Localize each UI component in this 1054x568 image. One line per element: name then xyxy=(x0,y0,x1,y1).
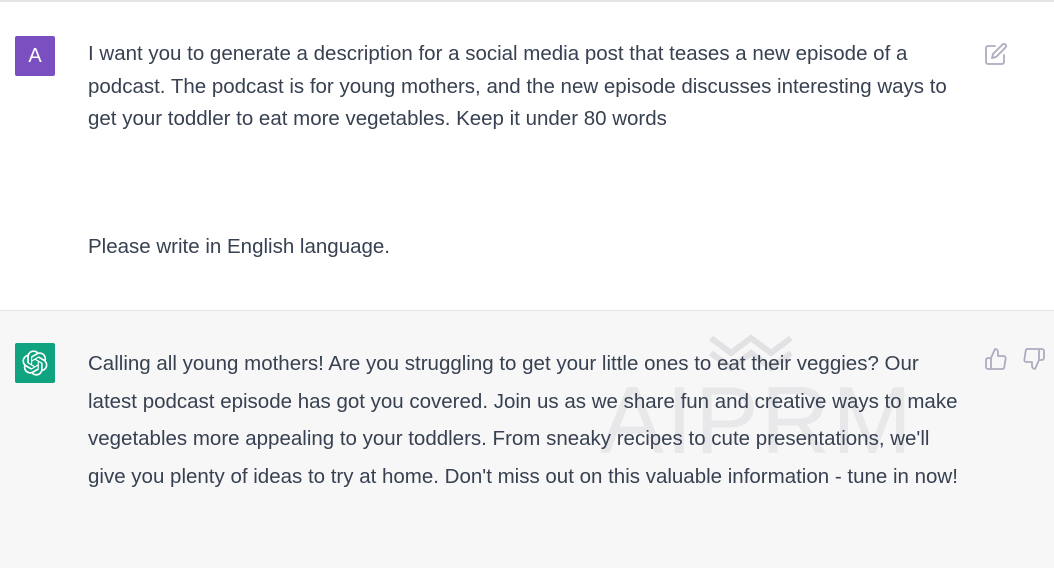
user-avatar: A xyxy=(15,36,55,76)
user-message: A I want you to generate a description f… xyxy=(0,2,1054,311)
edit-icon[interactable] xyxy=(984,42,1008,66)
thumbs-up-icon[interactable] xyxy=(984,347,1008,371)
thumbs-down-icon[interactable] xyxy=(1022,347,1046,371)
assistant-message-text: Calling all young mothers! Are you strug… xyxy=(88,352,958,488)
chat-thread: A I want you to generate a description f… xyxy=(0,0,1054,568)
assistant-message: AIPRM Calling all young mothers! Are you… xyxy=(0,311,1054,568)
user-message-language-line: Please write in English language. xyxy=(88,235,390,258)
assistant-avatar xyxy=(15,343,55,383)
user-message-text: I want you to generate a description for… xyxy=(88,42,947,130)
openai-logo-icon xyxy=(22,350,48,376)
